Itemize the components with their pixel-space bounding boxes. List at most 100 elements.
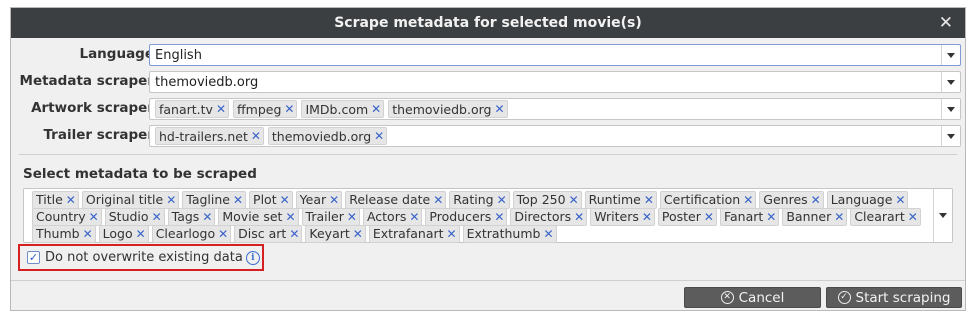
remove-chip-icon[interactable]: ✕ <box>284 102 294 116</box>
artwork-scraper-label: Artwork scraper <box>31 100 154 116</box>
remove-chip-icon[interactable]: ✕ <box>218 227 228 241</box>
chip-label: Original title <box>85 192 164 207</box>
start-scraping-label: Start scraping <box>855 289 951 306</box>
remove-chip-icon[interactable]: ✕ <box>329 193 339 207</box>
chip-label: Tagline <box>186 192 230 207</box>
chip: Top 250 ✕ <box>512 190 582 209</box>
chip-label: Runtime <box>588 192 641 207</box>
chip-label: Certification <box>663 192 741 207</box>
chip: themoviedb.org ✕ <box>267 127 388 145</box>
remove-chip-icon[interactable]: ✕ <box>233 193 243 207</box>
chip-label: Movie set <box>222 209 283 224</box>
remove-chip-icon[interactable]: ✕ <box>251 129 261 143</box>
chip-label: Poster <box>661 209 701 224</box>
start-scraping-button[interactable]: ✓ Start scraping <box>826 287 962 308</box>
chip-label: Writers <box>594 209 639 224</box>
dialog-titlebar: Scrape metadata for selected movie(s) ✕ <box>11 8 965 38</box>
dropdown-arrow-icon[interactable] <box>933 189 952 242</box>
remove-chip-icon[interactable]: ✕ <box>166 193 176 207</box>
dropdown-arrow-icon[interactable] <box>941 72 960 92</box>
chip-label: Banner <box>786 209 832 224</box>
chip-label: Plot <box>253 192 277 207</box>
artwork-scraper-select[interactable]: fanart.tv ✕ ffmpeg ✕ IMDb.com ✕ themoviedb.org… <box>149 98 961 120</box>
chip-label: Year <box>299 192 327 207</box>
close-icon[interactable]: ✕ <box>939 13 953 33</box>
artwork-scraper-row: Artwork scraper fanart.tv ✕ ffmpeg ✕ IMDb.co… <box>11 98 967 120</box>
remove-chip-icon[interactable]: ✕ <box>289 227 299 241</box>
chip-label: Keyart <box>309 226 350 241</box>
chip: Poster ✕ <box>657 207 717 226</box>
remove-chip-icon[interactable]: ✕ <box>353 227 363 241</box>
chip-label: Genres <box>763 192 808 207</box>
remove-chip-icon[interactable]: ✕ <box>811 193 821 207</box>
metadata-chip-row: Thumb ✕ Logo ✕ Clearlogo ✕ Disc art ✕ Keyart ✕ Ext… <box>32 224 928 243</box>
remove-chip-icon[interactable]: ✕ <box>644 193 654 207</box>
remove-chip-icon[interactable]: ✕ <box>743 193 753 207</box>
remove-chip-icon[interactable]: ✕ <box>280 193 290 207</box>
dialog-title: Scrape metadata for selected movie(s) <box>334 15 642 31</box>
chip-label: ffmpeg <box>237 101 282 117</box>
remove-chip-icon[interactable]: ✕ <box>908 210 918 224</box>
remove-chip-icon[interactable]: ✕ <box>347 210 357 224</box>
metadata-scraper-label: Metadata scraper <box>19 73 154 89</box>
remove-chip-icon[interactable]: ✕ <box>766 210 776 224</box>
overwrite-checkbox[interactable]: ✓ <box>27 251 40 264</box>
chip-label: Release date <box>349 192 431 207</box>
chip: Country ✕ <box>32 207 102 226</box>
remove-chip-icon[interactable]: ✕ <box>216 102 226 116</box>
dropdown-arrow-icon[interactable] <box>941 45 960 65</box>
trailer-scraper-select[interactable]: hd-trailers.net ✕ themoviedb.org ✕ <box>149 125 961 147</box>
remove-chip-icon[interactable]: ✕ <box>494 210 504 224</box>
info-icon[interactable]: i <box>245 250 260 265</box>
remove-chip-icon[interactable]: ✕ <box>642 210 652 224</box>
language-select[interactable]: English <box>149 44 961 66</box>
remove-chip-icon[interactable]: ✕ <box>285 210 295 224</box>
remove-chip-icon[interactable]: ✕ <box>433 193 443 207</box>
chip-label: Clearart <box>854 209 905 224</box>
chip-label: Extrafanart <box>372 226 444 241</box>
chip-label: Clearlogo <box>155 226 216 241</box>
remove-chip-icon[interactable]: ✕ <box>543 227 553 241</box>
remove-chip-icon[interactable]: ✕ <box>202 210 212 224</box>
chip-label: Directors <box>514 209 572 224</box>
dropdown-arrow-icon[interactable] <box>941 99 960 119</box>
remove-chip-icon[interactable]: ✕ <box>136 227 146 241</box>
chip-label: Tags <box>171 209 200 224</box>
chip-label: Thumb <box>36 226 80 241</box>
overwrite-label[interactable]: Do not overwrite existing data <box>45 250 243 265</box>
chip: Original title ✕ <box>81 190 180 209</box>
remove-chip-icon[interactable]: ✕ <box>89 210 99 224</box>
remove-chip-icon[interactable]: ✕ <box>704 210 714 224</box>
remove-chip-icon[interactable]: ✕ <box>152 210 162 224</box>
remove-chip-icon[interactable]: ✕ <box>371 102 381 116</box>
metadata-scraper-value: themoviedb.org <box>155 74 259 90</box>
metadata-scraper-select[interactable]: themoviedb.org <box>149 71 961 93</box>
chip: Release date ✕ <box>345 190 447 209</box>
remove-chip-icon[interactable]: ✕ <box>83 227 93 241</box>
remove-chip-icon[interactable]: ✕ <box>497 193 507 207</box>
chip-label: Rating <box>453 192 494 207</box>
chip: Rating ✕ <box>449 190 510 209</box>
remove-chip-icon[interactable]: ✕ <box>374 129 384 143</box>
chip-label: Producers <box>429 209 492 224</box>
remove-chip-icon[interactable]: ✕ <box>447 227 457 241</box>
chip-label: fanart.tv <box>159 101 213 117</box>
chip-label: Trailer <box>305 209 344 224</box>
remove-chip-icon[interactable]: ✕ <box>409 210 419 224</box>
remove-chip-icon[interactable]: ✕ <box>574 210 584 224</box>
remove-chip-icon[interactable]: ✕ <box>834 210 844 224</box>
chip: Banner ✕ <box>782 207 848 226</box>
chip-label: Fanart <box>723 209 764 224</box>
metadata-fields-select[interactable]: Title ✕ Original title ✕ Tagline ✕ Plot ✕ Year ✕ R… <box>23 188 953 243</box>
trailer-scraper-label: Trailer scraper <box>43 127 154 143</box>
chip: Title ✕ <box>32 190 79 209</box>
remove-chip-icon[interactable]: ✕ <box>66 193 76 207</box>
remove-chip-icon[interactable]: ✕ <box>494 102 504 116</box>
remove-chip-icon[interactable]: ✕ <box>569 193 579 207</box>
dropdown-arrow-icon[interactable] <box>941 126 960 146</box>
remove-chip-icon[interactable]: ✕ <box>895 193 905 207</box>
cancel-button[interactable]: ✕ Cancel <box>684 287 821 308</box>
chip-label: Actors <box>366 209 407 224</box>
chip-label: themoviedb.org <box>271 128 372 144</box>
chip: ffmpeg ✕ <box>233 100 298 118</box>
